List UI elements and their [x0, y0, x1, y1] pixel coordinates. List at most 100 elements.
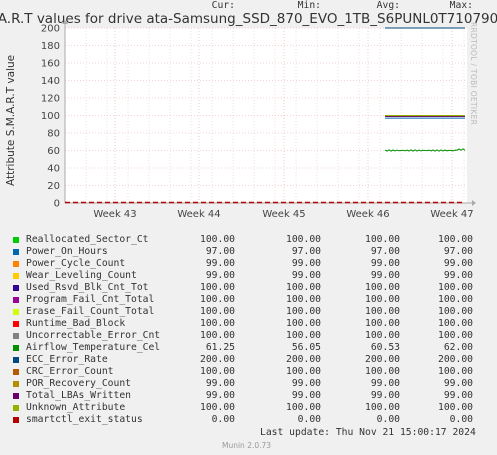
legend-value-min: 100.00: [286, 234, 321, 245]
legend-value-max: 0.00: [449, 414, 473, 425]
munin-version: Munin 2.0.73: [222, 441, 272, 450]
legend-row: Total_LBAs_Written 99.00 99.00 99.00 99.00: [0, 390, 497, 402]
legend-value-avg: 100.00: [365, 234, 400, 245]
legend-label: CRC_Error_Count: [26, 366, 114, 377]
legend-label: Program_Fail_Cnt_Total: [26, 294, 155, 305]
legend-swatch: [13, 321, 19, 327]
legend-value-min: 97.00: [291, 246, 321, 257]
legend-row: Uncorrectable_Error_Cnt 100.00 100.00 100.0…: [0, 330, 497, 342]
legend-value-min: 100.00: [286, 402, 321, 413]
legend-value-min: 99.00: [291, 258, 321, 269]
legend-row: Used_Rsvd_Blk_Cnt_Tot 100.00 100.00 100.00 1…: [0, 282, 497, 294]
legend-label: POR_Recovery_Count: [26, 378, 131, 389]
legend-label: Wear_Leveling_Count: [26, 270, 137, 281]
legend-value-avg: 100.00: [365, 294, 400, 305]
legend-swatch: [13, 405, 19, 411]
legend-value-cur: 99.00: [205, 378, 235, 389]
last-update: Last update: Thu Nov 21 15:00:17 2024: [260, 427, 476, 438]
y-axis-arrow: [62, 20, 68, 24]
legend-row: Runtime_Bad_Block 100.00 100.00 100.00 100.0…: [0, 318, 497, 330]
x-axis-arrow: [472, 200, 476, 206]
legend-value-max: 99.00: [443, 270, 473, 281]
legend-label: Erase_Fail_Count_Total: [26, 306, 155, 317]
legend-row: Unknown_Attribute 100.00 100.00 100.00 100.0…: [0, 402, 497, 414]
legend-value-avg: 100.00: [365, 366, 400, 377]
legend-value-cur: 61.25: [205, 342, 235, 353]
y-tick-label: 0: [54, 199, 60, 210]
legend-swatch: [13, 357, 19, 363]
y-tick-label: 60: [47, 146, 60, 157]
legend-swatch: [13, 333, 19, 339]
legend-swatch: [13, 345, 19, 351]
legend-value-max: 100.00: [438, 402, 473, 413]
legend-value-avg: 200.00: [365, 354, 400, 365]
legend-value-min: 0.00: [297, 414, 321, 425]
legend-value-min: 99.00: [291, 270, 321, 281]
legend-value-min: 56.05: [291, 342, 321, 353]
legend-value-min: 100.00: [286, 330, 321, 341]
legend-value-cur: 97.00: [205, 246, 235, 257]
legend-label: Total_LBAs_Written: [26, 390, 131, 401]
legend-value-min: 99.00: [291, 390, 321, 401]
legend-value-max: 62.00: [443, 342, 473, 353]
legend-value-max: 99.00: [443, 258, 473, 269]
legend-value-max: 99.00: [443, 378, 473, 389]
legend-row: Erase_Fail_Count_Total 100.00 100.00 100.00…: [0, 306, 497, 318]
legend-swatch: [13, 309, 19, 315]
legend-value-min: 100.00: [286, 318, 321, 329]
legend-swatch: [13, 261, 19, 267]
legend-label: smartctl_exit_status: [26, 414, 143, 425]
legend-value-max: 97.00: [443, 246, 473, 257]
legend-value-avg: 60.53: [370, 342, 400, 353]
legend-swatch: [13, 369, 19, 375]
legend-value-avg: 100.00: [365, 330, 400, 341]
legend-value-cur: 100.00: [200, 318, 235, 329]
legend-header-cur: Cur:: [211, 0, 235, 11]
legend-label: Used_Rsvd_Blk_Cnt_Tot: [26, 282, 149, 293]
legend-value-max: 100.00: [438, 366, 473, 377]
legend-label: Power_Cycle_Count: [26, 258, 126, 269]
legend-row: Airflow_Temperature_Cel 61.25 56.05 60.53 62…: [0, 342, 497, 354]
legend-value-avg: 100.00: [365, 318, 400, 329]
y-tick-label: 140: [41, 76, 60, 87]
legend-value-avg: 99.00: [370, 390, 400, 401]
legend-label: Airflow_Temperature_Cel: [26, 342, 161, 353]
legend-value-cur: 100.00: [200, 306, 235, 317]
legend-header-max: Max:: [449, 0, 473, 11]
legend-swatch: [13, 285, 19, 291]
legend-value-avg: 97.00: [370, 246, 400, 257]
legend-row: POR_Recovery_Count 99.00 99.00 99.00 99.00: [0, 378, 497, 390]
legend-row: Power_Cycle_Count 99.00 99.00 99.00 99.00: [0, 258, 497, 270]
legend-value-cur: 100.00: [200, 366, 235, 377]
legend-value-min: 100.00: [286, 366, 321, 377]
legend-value-max: 100.00: [438, 234, 473, 245]
legend-label: ECC_Error_Rate: [26, 354, 108, 365]
legend-row: Program_Fail_Cnt_Total 100.00 100.00 100.00…: [0, 294, 497, 306]
y-tick-label: 100: [41, 111, 60, 122]
legend-value-cur: 99.00: [205, 390, 235, 401]
legend-value-avg: 99.00: [370, 378, 400, 389]
legend-swatch: [13, 297, 19, 303]
x-tick-label: Week 46: [346, 209, 389, 220]
legend-value-max: 100.00: [438, 318, 473, 329]
legend-label: Power_On_Hours: [26, 246, 108, 257]
legend-header-avg: Avg:: [376, 0, 400, 11]
y-tick-label: 40: [47, 164, 60, 175]
legend-row: Power_On_Hours 97.00 97.00 97.00 97.00: [0, 246, 497, 258]
legend-value-cur: 100.00: [200, 294, 235, 305]
chart-plot: 0 20 40 60 80 100 120 140 160 180 200 Week 43 Week 4…: [41, 20, 476, 220]
legend-value-min: 200.00: [286, 354, 321, 365]
legend-value-min: 100.00: [286, 306, 321, 317]
legend-swatch: [13, 273, 19, 279]
legend-value-cur: 100.00: [200, 330, 235, 341]
legend-value-max: 100.00: [438, 282, 473, 293]
legend-header-min: Min:: [297, 0, 321, 11]
legend-value-min: 99.00: [291, 378, 321, 389]
y-tick-label: 180: [41, 41, 60, 52]
legend-value-min: 100.00: [286, 282, 321, 293]
legend-value-max: 100.00: [438, 306, 473, 317]
legend-value-avg: 99.00: [370, 258, 400, 269]
legend-value-max: 100.00: [438, 330, 473, 341]
legend-row: smartctl_exit_status 0.00 0.00 0.00 0.00: [0, 414, 497, 426]
legend-value-cur: 99.00: [205, 258, 235, 269]
